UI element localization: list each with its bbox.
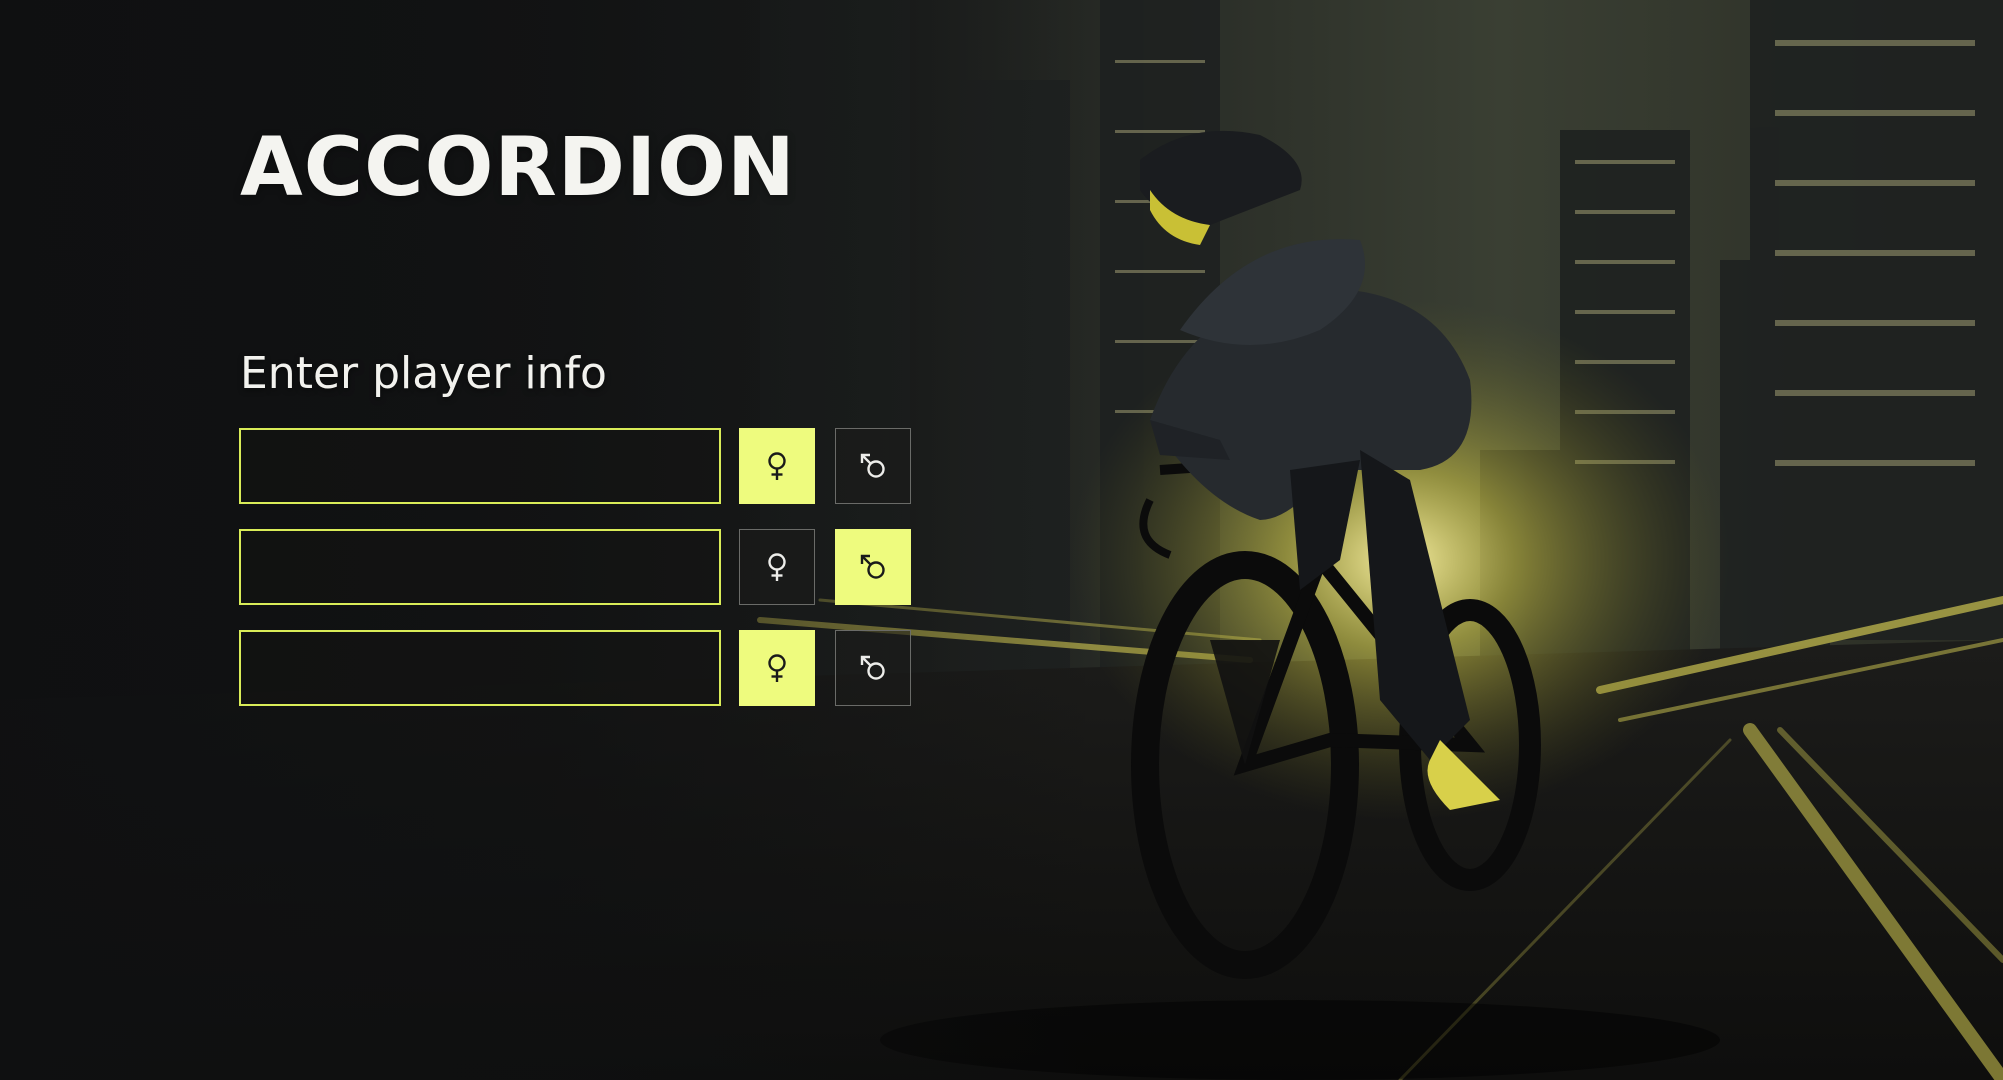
male-toggle-button-1[interactable] [835,428,911,504]
female-toggle-button-1[interactable] [739,428,815,504]
male-symbol-icon [860,655,885,680]
accordion-logo: ACCORDION [240,121,796,215]
female-symbol-icon [768,452,786,480]
player-name-input-2[interactable] [239,529,721,605]
male-symbol-icon [860,554,885,579]
female-toggle-button-3[interactable] [739,630,815,706]
female-toggle-button-2[interactable] [739,529,815,605]
player-row-3 [239,630,913,706]
female-symbol-icon [768,654,786,682]
player-name-input-3[interactable] [239,630,721,706]
form-heading: Enter player info [240,348,607,399]
player-name-input-1[interactable] [239,428,721,504]
female-symbol-icon [768,553,786,581]
player-row-1 [239,428,913,504]
screen: ACCORDION Enter player info [0,0,2003,1080]
player-row-2 [239,529,913,605]
male-toggle-button-3[interactable] [835,630,911,706]
male-symbol-icon [860,453,885,478]
male-toggle-button-2[interactable] [835,529,911,605]
